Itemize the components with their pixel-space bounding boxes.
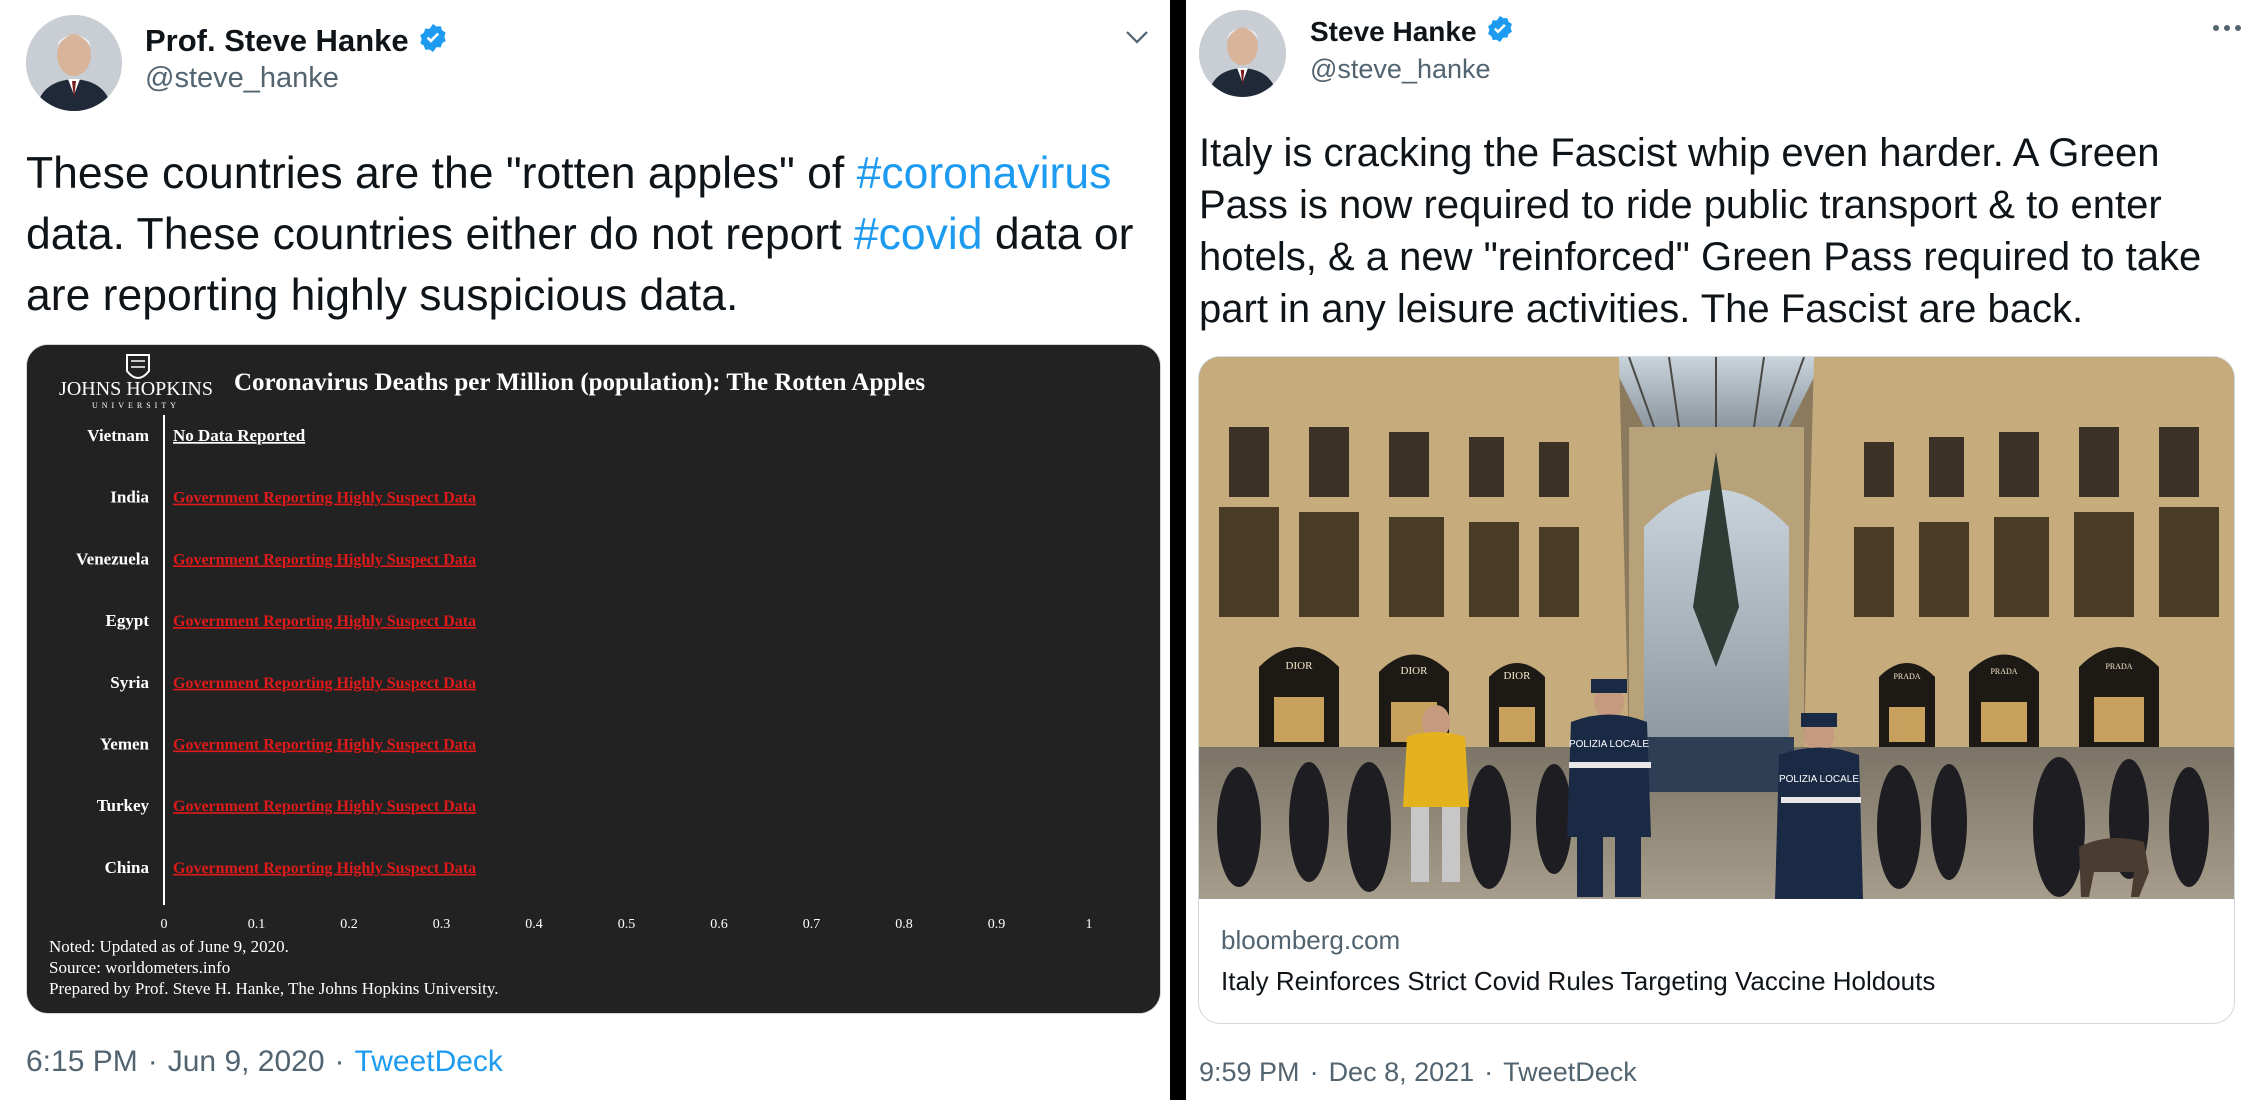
hashtag-covid-link[interactable]: #covid	[854, 210, 983, 259]
tweet-meta: 6:15 PM · Jun 9, 2020 · TweetDeck	[26, 1045, 503, 1079]
x-tick-label: 0.1	[248, 917, 266, 932]
police-jacket-text: POLIZIA LOCALE	[1779, 774, 1859, 785]
tweet-text: Italy is cracking the Fascist whip even …	[1199, 131, 2213, 331]
tweet-time[interactable]: 6:15 PM	[26, 1045, 138, 1079]
tweet-source-link[interactable]: TweetDeck	[1503, 1057, 1637, 1088]
meta-separator: ·	[147, 1045, 158, 1078]
handle[interactable]: @steve_hanke	[1310, 54, 1491, 85]
author-line: Prof. Steve Hanke	[145, 22, 449, 59]
photo-store-sign: PRADA	[1990, 667, 2017, 676]
meta-separator: ·	[1309, 1057, 1319, 1087]
photo-store-sign: DIOR	[1401, 665, 1429, 677]
photo-store-sign: DIOR	[1504, 670, 1532, 682]
bar-label: No Data Reported	[173, 426, 306, 445]
x-tick-label: 0	[161, 917, 168, 932]
x-tick-label: 0.6	[710, 917, 728, 932]
hashtag-coronavirus-link[interactable]: #coronavirus	[857, 149, 1112, 198]
bar-label: Government Reporting Highly Suspect Data	[173, 798, 476, 815]
tweet-date[interactable]: Dec 8, 2021	[1329, 1057, 1475, 1088]
bar-label: Government Reporting Highly Suspect Data	[173, 675, 476, 692]
x-tick-label: 0.2	[340, 917, 358, 932]
photo-store-sign: PRADA	[1893, 672, 1920, 681]
author-line: Steve Hanke	[1310, 14, 1515, 49]
photo-store-sign: DIOR	[1286, 660, 1314, 672]
avatar[interactable]	[1199, 10, 1286, 97]
chart-note: Source: worldometers.info	[49, 958, 230, 977]
meta-separator: ·	[334, 1045, 345, 1078]
x-tick-label: 0.4	[525, 917, 543, 932]
police-jacket-text: POLIZIA LOCALE	[1569, 739, 1649, 750]
galleria-photo-image: DIOR DIOR DIOR PRADA PRADA PRADA POLIZIA…	[1199, 357, 2234, 899]
bar-label: Government Reporting Highly Suspect Data	[173, 860, 476, 877]
photo-store-sign: PRADA	[2105, 662, 2132, 671]
verified-badge-icon	[1485, 14, 1515, 49]
display-name[interactable]: Prof. Steve Hanke	[145, 23, 409, 59]
category-label: China	[105, 858, 150, 877]
chart-title: Coronavirus Deaths per Million (populati…	[234, 369, 925, 396]
article-photo[interactable]: DIOR DIOR DIOR PRADA PRADA PRADA POLIZIA…	[1199, 357, 2234, 899]
left-tweet: Prof. Steve Hanke @steve_hanke These cou…	[0, 0, 1170, 1100]
meta-separator: ·	[1484, 1057, 1494, 1087]
chevron-down-icon[interactable]	[1122, 22, 1152, 57]
more-horizontal-icon[interactable]	[2210, 18, 2244, 43]
category-label: Yemen	[100, 735, 150, 754]
link-domain[interactable]: bloomberg.com	[1221, 925, 1400, 956]
tweet-text: These countries are the "rotten apples" …	[26, 143, 1156, 326]
chart-image[interactable]: JOHNS HOPKINS UNIVERSITY Coronavirus Dea…	[26, 344, 1161, 1014]
handle[interactable]: @steve_hanke	[145, 62, 339, 95]
display-name[interactable]: Steve Hanke	[1310, 16, 1477, 48]
category-label: Syria	[110, 673, 149, 692]
avatar-portrait-icon	[1199, 10, 1286, 97]
category-label: Venezuela	[76, 549, 150, 568]
x-tick-label: 0.3	[433, 917, 451, 932]
chart: JOHNS HOPKINS UNIVERSITY Coronavirus Dea…	[27, 345, 1160, 1013]
link-title[interactable]: Italy Reinforces Strict Covid Rules Targ…	[1221, 966, 1935, 997]
bar-label: Government Reporting Highly Suspect Data	[173, 490, 476, 507]
category-label: Egypt	[106, 611, 150, 630]
x-tick-label: 0.7	[803, 917, 821, 932]
logo-subtext: UNIVERSITY	[92, 401, 180, 410]
tweet-meta: 9:59 PM · Dec 8, 2021 · TweetDeck	[1199, 1057, 1637, 1088]
avatar-portrait-icon	[26, 15, 122, 111]
verified-badge-icon	[417, 22, 449, 59]
category-label: Vietnam	[87, 426, 149, 445]
link-card[interactable]: DIOR DIOR DIOR PRADA PRADA PRADA POLIZIA…	[1198, 356, 2235, 1024]
tweet-source-link[interactable]: TweetDeck	[355, 1045, 503, 1079]
chart-note: Prepared by Prof. Steve H. Hanke, The Jo…	[49, 979, 499, 998]
tweet-text-segment: These countries are the "rotten apples" …	[26, 149, 857, 198]
bar-label: Government Reporting Highly Suspect Data	[173, 613, 476, 630]
category-label: India	[110, 488, 149, 507]
chart-note: Noted: Updated as of June 9, 2020.	[49, 937, 289, 956]
x-tick-label: 0.9	[988, 917, 1006, 932]
x-tick-label: 1	[1086, 917, 1093, 932]
category-label: Turkey	[97, 796, 150, 815]
tweet-time[interactable]: 9:59 PM	[1199, 1057, 1300, 1088]
bar-label: Government Reporting Highly Suspect Data	[173, 551, 476, 568]
logo-text: JOHNS HOPKINS	[59, 378, 213, 400]
x-tick-label: 0.8	[895, 917, 913, 932]
avatar[interactable]	[26, 15, 122, 111]
right-tweet: Steve Hanke @steve_hanke Italy is cracki…	[1186, 0, 2255, 1100]
bar-label: Government Reporting Highly Suspect Data	[173, 737, 476, 754]
x-tick-label: 0.5	[618, 917, 636, 932]
tweet-date[interactable]: Jun 9, 2020	[168, 1045, 325, 1079]
